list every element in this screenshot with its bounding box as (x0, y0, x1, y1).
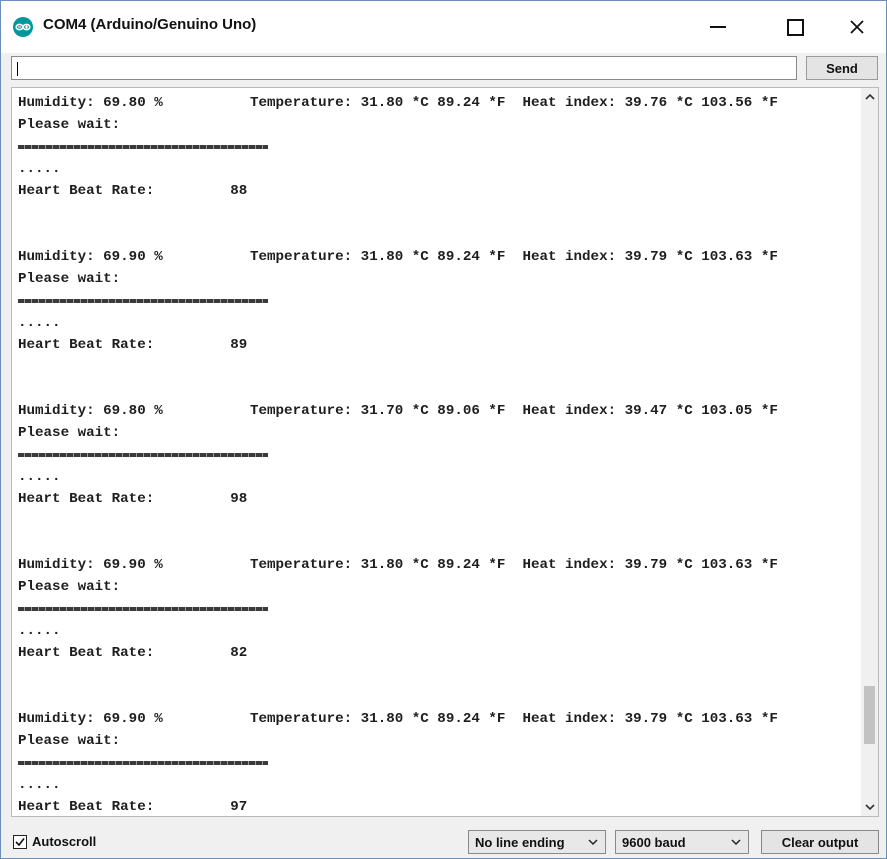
temperature-reading: Temperature: 31.70 *C 89.06 *F Heat inde… (250, 403, 778, 419)
humidity-temperature-line: Humidity: 69.80 % Temperature: 31.70 *C 8… (18, 400, 858, 422)
progress-dots-line: ..... (18, 777, 61, 793)
heart-beat-label: Heart Beat Rate: (18, 799, 155, 812)
humidity-temperature-line: Humidity: 69.90 % Temperature: 31.80 *C 8… (18, 554, 858, 576)
close-button[interactable] (830, 1, 884, 53)
output-block: Humidity: 69.80 % Temperature: 31.80 *C 8… (18, 92, 858, 246)
chevron-down-icon (864, 804, 875, 811)
separator-line (18, 752, 858, 774)
scroll-up-button[interactable] (861, 88, 878, 105)
send-button[interactable]: Send (806, 56, 878, 80)
chevron-down-icon (588, 839, 598, 846)
heart-beat-label: Heart Beat Rate: (18, 183, 155, 199)
output-block: Humidity: 69.90 % Temperature: 31.80 *C 8… (18, 554, 858, 708)
send-input[interactable] (11, 56, 797, 80)
heart-beat-line: Heart Beat Rate: 82 (18, 642, 858, 664)
scrollbar-thumb[interactable] (864, 686, 875, 744)
humidity-reading: Humidity: 69.90 % (18, 249, 163, 265)
heart-beat-line: Heart Beat Rate: 97 (18, 796, 858, 812)
please-wait-line: Please wait: (18, 579, 121, 595)
arduino-icon (13, 17, 33, 37)
line-ending-select[interactable]: No line ending (468, 830, 606, 854)
text-caret (17, 62, 18, 76)
heart-beat-line: Heart Beat Rate: 88 (18, 180, 858, 202)
separator-line (18, 136, 858, 158)
humidity-reading: Humidity: 69.80 % (18, 403, 163, 419)
heart-beat-value: 98 (230, 491, 248, 507)
humidity-temperature-line: Humidity: 69.80 % Temperature: 31.80 *C 8… (18, 92, 858, 114)
maximize-button[interactable] (768, 1, 822, 53)
window-title: COM4 (Arduino/Genuino Uno) (43, 16, 257, 33)
bottom-bar: Autoscroll No line ending 9600 baud Clea… (1, 823, 886, 858)
temperature-reading: Temperature: 31.80 *C 89.24 *F Heat inde… (250, 249, 778, 265)
temperature-reading: Temperature: 31.80 *C 89.24 *F Heat inde… (250, 711, 778, 727)
autoscroll-checkbox[interactable]: Autoscroll (13, 834, 96, 849)
clear-output-button[interactable]: Clear output (761, 830, 879, 854)
chevron-up-icon (864, 93, 875, 100)
serial-output-text: Humidity: 69.80 % Temperature: 31.80 *C 8… (18, 92, 858, 812)
humidity-temperature-line: Humidity: 69.90 % Temperature: 31.80 *C 8… (18, 246, 858, 268)
chevron-down-icon (731, 839, 741, 846)
heart-beat-line: Heart Beat Rate: 98 (18, 488, 858, 510)
output-block: Humidity: 69.90 % Temperature: 31.80 *C 8… (18, 246, 858, 400)
maximize-icon (786, 18, 804, 36)
humidity-reading: Humidity: 69.90 % (18, 711, 163, 727)
heart-beat-value: 82 (230, 645, 248, 661)
baud-rate-value: 9600 baud (622, 834, 686, 850)
heart-beat-label: Heart Beat Rate: (18, 337, 155, 353)
line-ending-value: No line ending (475, 834, 565, 850)
temperature-reading: Temperature: 31.80 *C 89.24 *F Heat inde… (250, 557, 778, 573)
progress-dots-line: ..... (18, 469, 61, 485)
separator-line (18, 290, 858, 312)
separator-line (18, 444, 858, 466)
close-icon (850, 20, 864, 34)
title-bar: COM4 (Arduino/Genuino Uno) (1, 1, 886, 53)
vertical-scrollbar[interactable] (861, 88, 878, 816)
humidity-reading: Humidity: 69.80 % (18, 95, 163, 111)
heart-beat-value: 88 (230, 183, 248, 199)
separator-line (18, 598, 858, 620)
please-wait-line: Please wait: (18, 733, 121, 749)
humidity-reading: Humidity: 69.90 % (18, 557, 163, 573)
heart-beat-label: Heart Beat Rate: (18, 645, 155, 661)
minimize-icon (710, 26, 726, 28)
scroll-down-button[interactable] (861, 799, 878, 816)
progress-dots-line: ..... (18, 315, 61, 331)
heart-beat-value: 97 (230, 799, 248, 812)
progress-dots-line: ..... (18, 623, 61, 639)
serial-monitor-window: COM4 (Arduino/Genuino Uno) Send Humidity… (0, 0, 887, 859)
please-wait-line: Please wait: (18, 425, 121, 441)
heart-beat-value: 89 (230, 337, 248, 353)
humidity-temperature-line: Humidity: 69.90 % Temperature: 31.80 *C 8… (18, 708, 858, 730)
send-row: Send (1, 53, 886, 83)
heart-beat-label: Heart Beat Rate: (18, 491, 155, 507)
minimize-button[interactable] (691, 1, 745, 53)
checkbox-icon (13, 834, 27, 849)
please-wait-line: Please wait: (18, 117, 121, 133)
temperature-reading: Temperature: 31.80 *C 89.24 *F Heat inde… (250, 95, 778, 111)
serial-output[interactable]: Humidity: 69.80 % Temperature: 31.80 *C 8… (11, 87, 879, 817)
please-wait-line: Please wait: (18, 271, 121, 287)
baud-rate-select[interactable]: 9600 baud (615, 830, 749, 854)
output-block: Humidity: 69.80 % Temperature: 31.70 *C 8… (18, 400, 858, 554)
heart-beat-line: Heart Beat Rate: 89 (18, 334, 858, 356)
output-block: Humidity: 69.90 % Temperature: 31.80 *C 8… (18, 708, 858, 812)
autoscroll-label: Autoscroll (32, 834, 97, 849)
progress-dots-line: ..... (18, 161, 61, 177)
